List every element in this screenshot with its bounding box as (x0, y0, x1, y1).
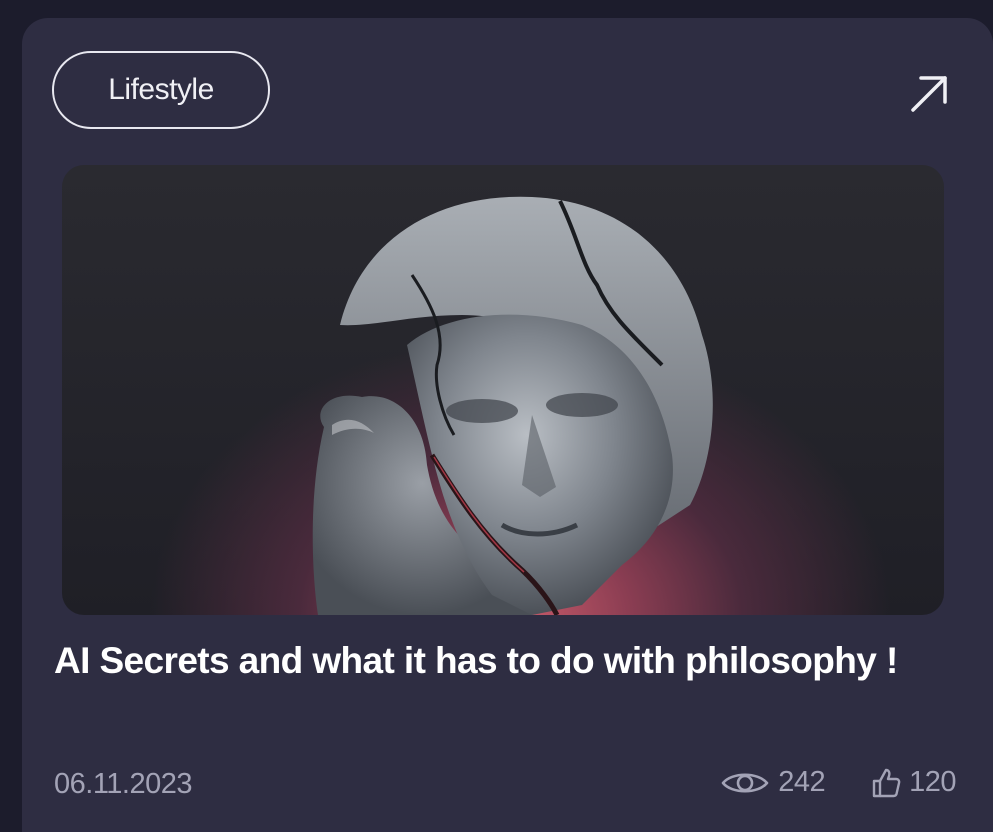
article-image[interactable] (62, 165, 944, 615)
views-stat: 242 (720, 766, 826, 799)
arrow-up-right-icon (911, 76, 947, 112)
article-title[interactable]: AI Secrets and what it has to do with ph… (54, 640, 974, 682)
views-count: 242 (778, 766, 826, 798)
category-tag[interactable]: Lifestyle (52, 51, 270, 129)
article-date: 06.11.2023 (54, 768, 193, 800)
article-card[interactable]: Lifestyle AI Secrets and what it has to … (22, 18, 993, 832)
category-tag-label: Lifestyle (108, 73, 214, 106)
likes-count: 120 (909, 766, 956, 798)
likes-stat[interactable]: 120 (871, 766, 956, 799)
article-stats: 242 120 (720, 766, 956, 799)
thumbs-up-icon (872, 768, 901, 797)
statue-illustration (312, 196, 713, 615)
eye-icon (721, 772, 769, 793)
open-article-button[interactable] (907, 70, 953, 116)
